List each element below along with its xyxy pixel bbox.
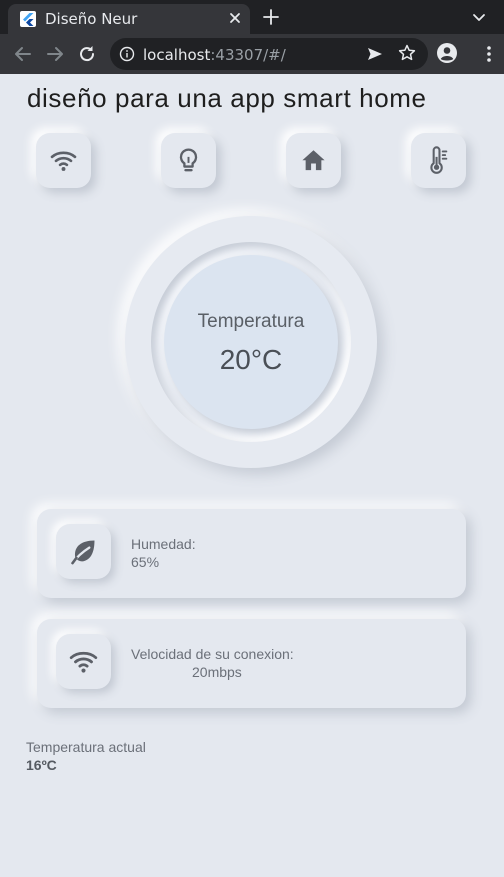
url-text[interactable]: localhost:43307/#/ [143, 46, 286, 64]
connection-card: Velocidad de su conexion: 20mbps [37, 619, 466, 708]
connection-icon-button[interactable] [56, 634, 111, 689]
profile-icon[interactable] [436, 42, 458, 64]
connection-label: Velocidad de su conexion: [131, 646, 294, 662]
reload-icon[interactable] [76, 43, 98, 65]
light-button[interactable] [161, 133, 216, 188]
browser-toolbar: localhost:43307/#/ [0, 34, 504, 74]
humidity-value: 65% [131, 554, 160, 570]
browser-tab-strip: Diseño Neur [0, 0, 504, 34]
home-button[interactable] [286, 133, 341, 188]
chevron-down-icon[interactable] [470, 8, 488, 26]
tab-title: Diseño Neur [45, 10, 138, 28]
leaf-icon [71, 540, 95, 565]
star-icon[interactable] [397, 43, 417, 63]
back-icon[interactable] [12, 43, 34, 65]
dial-center: Temperatura 20°C [164, 255, 338, 429]
humidity-label: Humedad: [131, 536, 196, 552]
humidity-icon-button[interactable] [56, 524, 111, 579]
connection-value: 20mbps [192, 664, 242, 680]
current-temperature-value: 16ºC [26, 757, 57, 773]
info-icon[interactable] [119, 46, 135, 62]
humidity-card: Humedad: 65% [37, 509, 466, 598]
forward-icon[interactable] [44, 43, 66, 65]
current-temperature-label: Temperatura actual [26, 739, 146, 755]
wifi-icon [50, 151, 77, 171]
lightbulb-icon [179, 148, 198, 172]
close-icon[interactable] [226, 9, 244, 27]
browser-tab[interactable]: Diseño Neur [8, 4, 250, 34]
thermometer-icon [430, 146, 448, 174]
thermometer-button[interactable] [411, 133, 466, 188]
new-tab-icon[interactable] [261, 7, 281, 27]
flutter-icon [20, 11, 36, 27]
wifi-button[interactable] [36, 133, 91, 188]
home-icon [302, 150, 325, 171]
dial-value: 20°C [219, 344, 283, 375]
page-title: diseño para una app smart home [27, 83, 427, 113]
wifi-icon [69, 651, 98, 673]
more-menu-icon[interactable] [479, 43, 499, 65]
send-icon[interactable] [365, 44, 385, 64]
dial-label: Temperatura [197, 311, 305, 332]
